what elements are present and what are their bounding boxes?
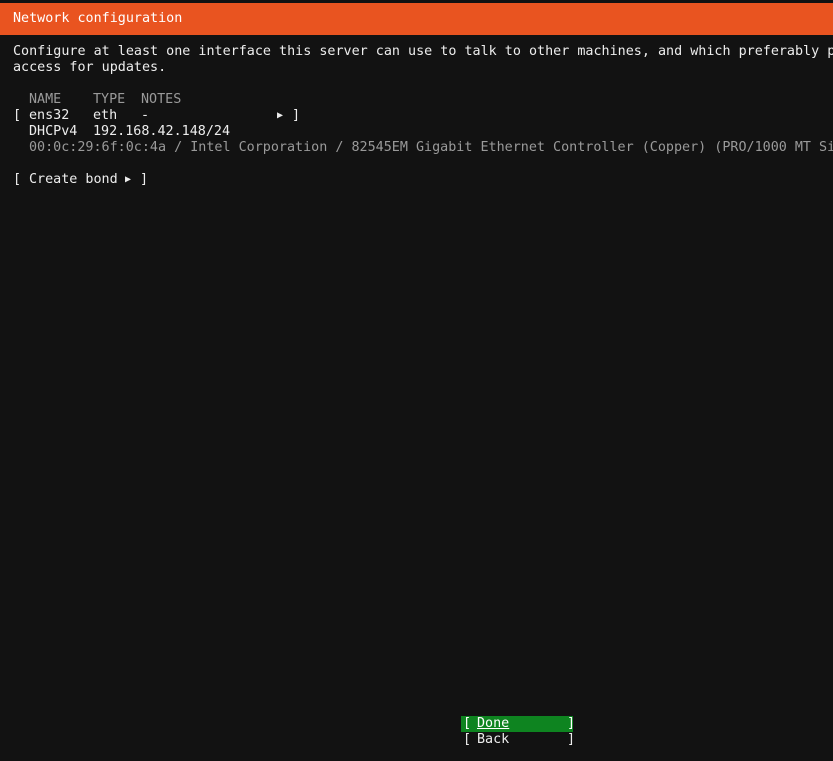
interface-name: ens32 — [29, 108, 70, 123]
interface-hardware-info: 00:0c:29:6f:0c:4a / Intel Corporation / … — [29, 140, 833, 155]
open-bracket: [ — [13, 172, 22, 187]
interface-type: eth — [93, 108, 118, 123]
ip-address: 192.168.42.148/24 — [93, 124, 231, 139]
create-bond-label: Create bond — [29, 172, 118, 187]
back-button[interactable]: [ Back ] — [461, 732, 576, 748]
create-bond-arrow-icon: ▶ — [125, 174, 132, 185]
interface-notes: - — [141, 108, 150, 123]
column-header-name: NAME — [29, 92, 62, 107]
close-bracket: ] — [140, 172, 149, 187]
column-header-type: TYPE — [93, 92, 126, 107]
interface-menu-arrow-icon[interactable]: ▶ — [277, 108, 283, 124]
header-bar: Network configuration — [0, 3, 833, 35]
close-bracket: ] — [567, 716, 576, 731]
column-header-notes: NOTES — [141, 92, 182, 107]
open-bracket: [ — [463, 732, 472, 747]
page-title: Network configuration — [13, 11, 183, 26]
close-bracket: ] — [567, 732, 576, 747]
intro-text-line-2: access for updates. — [13, 60, 167, 75]
open-bracket: [ — [13, 108, 22, 123]
done-button-label: Done — [477, 716, 510, 731]
open-bracket: [ — [463, 716, 472, 731]
back-button-label: Back — [477, 732, 510, 747]
done-button[interactable]: [ Done ] — [461, 716, 576, 732]
intro-text-line-1: Configure at least one interface this se… — [13, 44, 833, 59]
address-method: DHCPv4 — [29, 124, 78, 139]
close-bracket: ] — [292, 108, 301, 123]
